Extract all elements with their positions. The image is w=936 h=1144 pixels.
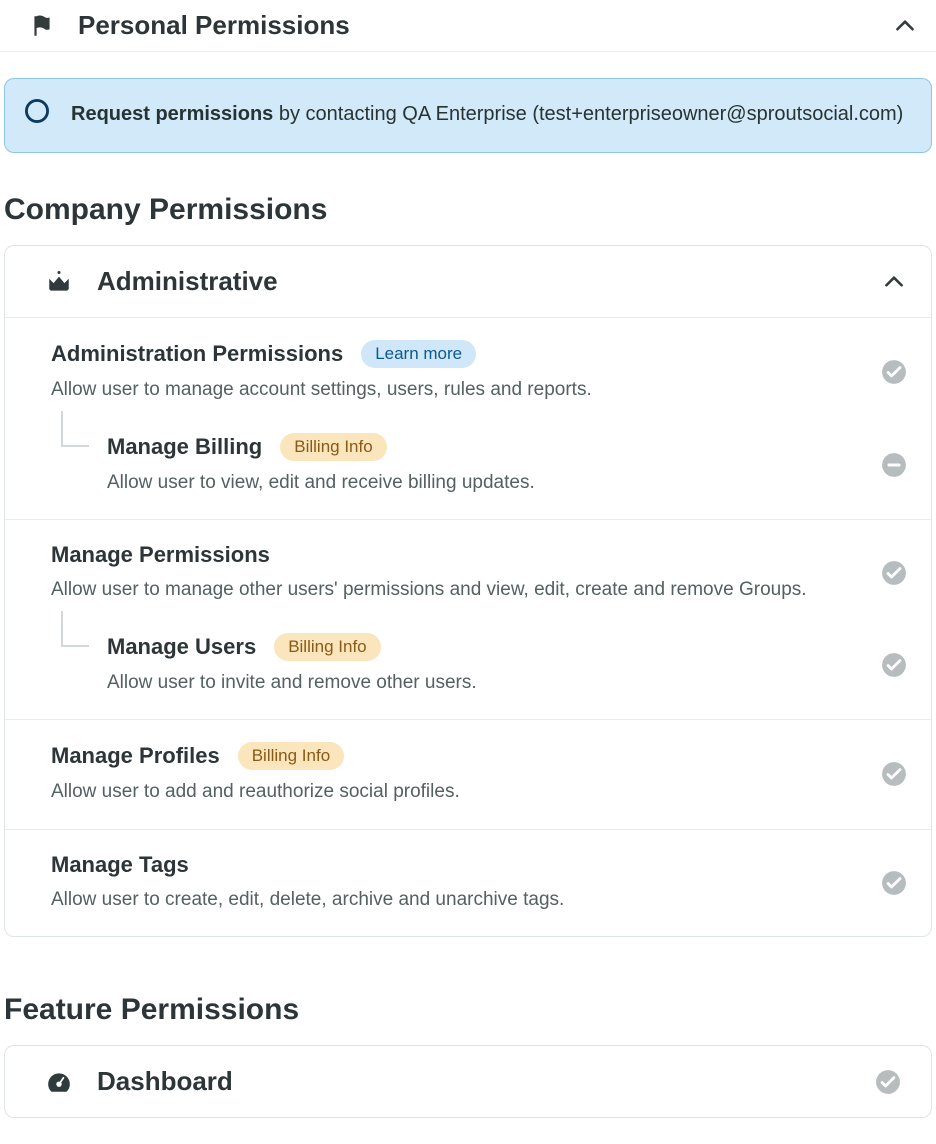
company-permissions-heading: Company Permissions (4, 193, 936, 227)
permission-subrow: Manage Billing Billing Info Allow user t… (5, 427, 931, 520)
permission-desc: Allow user to create, edit, delete, arch… (51, 886, 863, 915)
learn-more-pill[interactable]: Learn more (361, 340, 476, 368)
branch-line (51, 633, 105, 698)
banner-text: Request permissions by contacting QA Ent… (71, 97, 903, 132)
dashboard-title: Dashboard (97, 1066, 875, 1097)
permission-desc: Allow user to invite and remove other us… (107, 669, 863, 698)
flag-icon (28, 12, 56, 40)
chevron-up-icon (892, 13, 918, 39)
banner-rest: by contacting QA Enterprise (test+enterp… (273, 103, 903, 125)
check-icon (875, 1069, 901, 1095)
permission-title: Manage Tags (51, 852, 189, 878)
dashboard-card: Dashboard (4, 1045, 932, 1118)
check-icon (881, 870, 907, 896)
permission-row: Manage Tags Allow user to create, edit, … (5, 829, 931, 937)
administrative-title: Administrative (97, 266, 881, 297)
permission-desc: Allow user to manage account settings, u… (51, 376, 863, 405)
permission-title: Manage Permissions (51, 542, 270, 568)
billing-info-pill[interactable]: Billing Info (238, 742, 344, 770)
permission-subrow: Manage Users Billing Info Allow user to … (5, 627, 931, 720)
gauge-icon (45, 1068, 73, 1096)
branch-line (51, 433, 105, 498)
permission-title: Manage Profiles (51, 743, 220, 769)
crown-icon (45, 268, 73, 296)
permission-list: Administration Permissions Learn more Al… (5, 317, 931, 936)
dashboard-header[interactable]: Dashboard (5, 1046, 931, 1117)
permission-title: Administration Permissions (51, 341, 343, 367)
permission-title: Manage Billing (107, 434, 262, 460)
request-permissions-banner: Request permissions by contacting QA Ent… (4, 78, 932, 153)
chevron-up-icon (881, 269, 907, 295)
check-icon (881, 652, 907, 678)
permission-row: Manage Profiles Billing Info Allow user … (5, 719, 931, 829)
personal-permissions-title: Personal Permissions (78, 10, 892, 41)
billing-info-pill[interactable]: Billing Info (280, 433, 386, 461)
check-icon (881, 560, 907, 586)
banner-bold: Request permissions (71, 103, 273, 125)
divider (0, 51, 936, 52)
info-icon (25, 99, 49, 123)
billing-info-pill[interactable]: Billing Info (274, 633, 380, 661)
personal-permissions-header[interactable]: Personal Permissions (0, 0, 936, 51)
administrative-header[interactable]: Administrative (5, 246, 931, 317)
permission-row: Administration Permissions Learn more Al… (5, 317, 931, 427)
permission-title: Manage Users (107, 634, 256, 660)
permission-desc: Allow user to view, edit and receive bil… (107, 469, 863, 498)
administrative-card: Administrative Administration Permission… (4, 245, 932, 937)
permission-desc: Allow user to add and reauthorize social… (51, 778, 863, 807)
feature-permissions-heading: Feature Permissions (4, 993, 936, 1027)
check-icon (881, 359, 907, 385)
minus-icon (881, 452, 907, 478)
check-icon (881, 761, 907, 787)
permission-desc: Allow user to manage other users' permis… (51, 576, 863, 605)
permission-row: Manage Permissions Allow user to manage … (5, 519, 931, 627)
